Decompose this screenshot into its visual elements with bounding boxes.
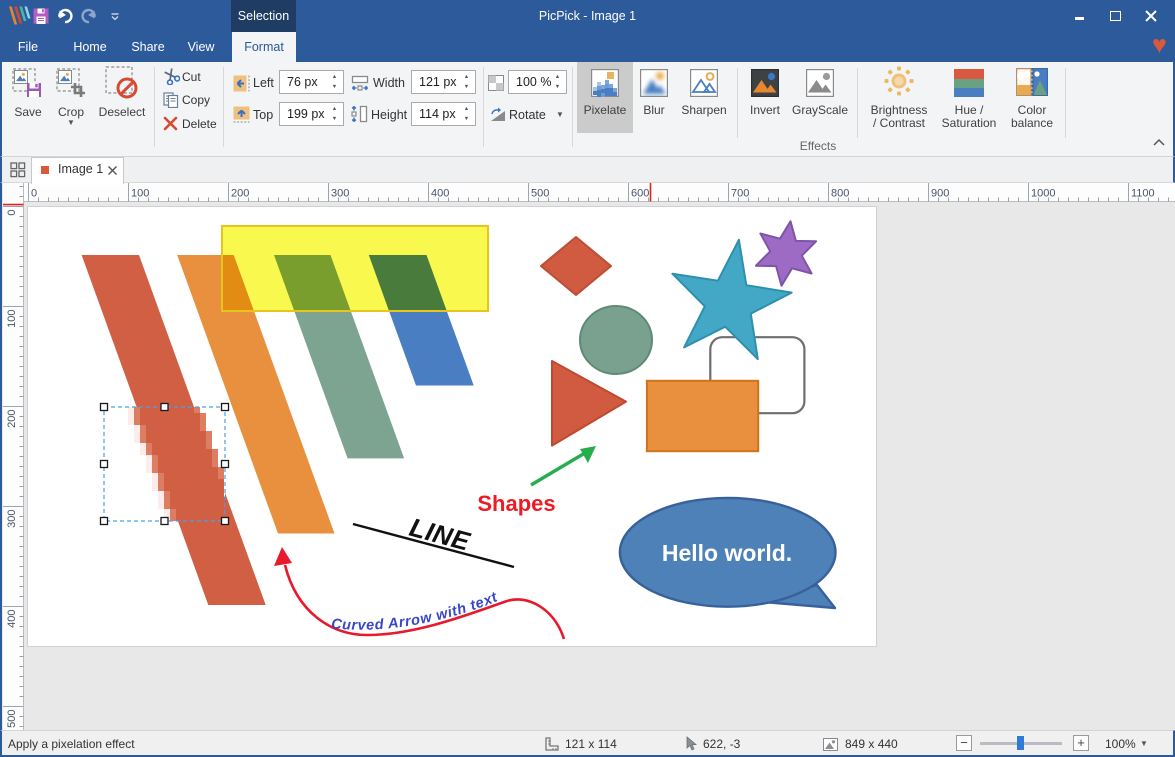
- svg-text:800: 800: [831, 188, 849, 200]
- svg-text:Hello world.: Hello world.: [662, 540, 792, 566]
- svg-text:100: 100: [131, 188, 149, 200]
- svg-text:200: 200: [6, 410, 18, 428]
- svg-text:500: 500: [531, 188, 549, 200]
- svg-text:700: 700: [731, 188, 749, 200]
- svg-text:300: 300: [331, 188, 349, 200]
- svg-text:300: 300: [6, 510, 18, 528]
- svg-text:900: 900: [931, 188, 949, 200]
- svg-text:1100: 1100: [1131, 188, 1155, 200]
- svg-text:500: 500: [6, 710, 18, 728]
- svg-text:400: 400: [431, 188, 449, 200]
- svg-text:0: 0: [31, 188, 37, 200]
- svg-text:100: 100: [6, 310, 18, 328]
- svg-text:0: 0: [6, 210, 18, 216]
- svg-text:600: 600: [631, 188, 649, 200]
- svg-text:200: 200: [231, 188, 249, 200]
- svg-text:Shapes: Shapes: [477, 491, 555, 516]
- svg-text:400: 400: [6, 610, 18, 628]
- svg-text:1000: 1000: [1031, 188, 1055, 200]
